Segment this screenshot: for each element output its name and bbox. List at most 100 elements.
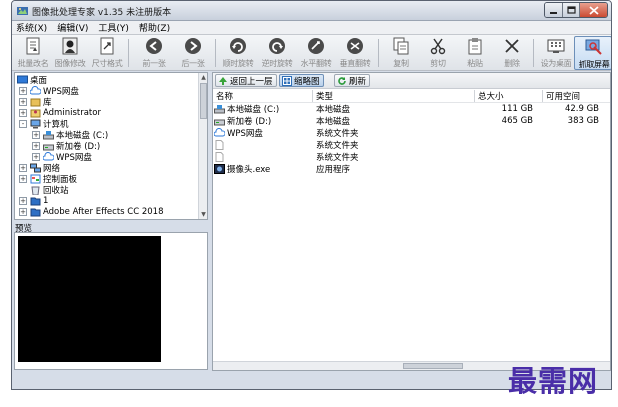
- tree-item-after-effects[interactable]: + Adobe After Effects CC 2018: [19, 206, 164, 217]
- folder-tree[interactable]: 桌面 + WPS网盘 + 库 + Administrator - 计算机 + 本…: [14, 72, 208, 220]
- set-wallpaper-button[interactable]: 设为桌面: [537, 36, 575, 70]
- copy-button[interactable]: 复制: [382, 36, 420, 70]
- rotate-ccw-button[interactable]: 逆时旋转: [258, 36, 296, 70]
- expand-icon[interactable]: +: [19, 174, 27, 183]
- flip-horizontal-button[interactable]: 水平翻转: [297, 36, 335, 70]
- tree-item-wps-cloud-2[interactable]: + WPS网盘: [32, 151, 92, 163]
- minimize-icon: [550, 12, 557, 14]
- capture-screen-button[interactable]: 抓取屏幕: [574, 36, 611, 70]
- flip-v-icon: [347, 38, 363, 54]
- tree-item-control-panel[interactable]: + 控制面板: [19, 173, 77, 185]
- column-header-name[interactable]: 名称: [213, 90, 313, 102]
- scissors-icon: [430, 38, 446, 55]
- file-row[interactable]: 本地磁盘 (C:) 本地磁盘 111 GB 42.9 GB: [213, 103, 611, 115]
- next-image-button[interactable]: 后一张: [174, 36, 212, 70]
- tree-item-network[interactable]: + 网络: [19, 162, 60, 174]
- expand-icon[interactable]: +: [19, 207, 27, 216]
- menu-edit[interactable]: 编辑(V): [57, 21, 88, 34]
- scroll-thumb[interactable]: [200, 83, 207, 119]
- tree-item-recycle-bin[interactable]: 回收站: [30, 184, 69, 196]
- control-panel-icon: [30, 174, 41, 183]
- camera-app-icon: [214, 164, 225, 174]
- watermark: 最需网: [508, 364, 599, 398]
- file-free-space: 383 GB: [567, 116, 599, 126]
- minimize-button[interactable]: [545, 3, 562, 17]
- file-free-space: 42.9 GB: [564, 104, 599, 114]
- tree-item-wps-cloud[interactable]: + WPS网盘: [19, 85, 79, 97]
- expand-icon[interactable]: +: [32, 152, 40, 161]
- copy-icon: [393, 37, 409, 55]
- scroll-up-icon[interactable]: ▲: [200, 74, 207, 81]
- cut-button[interactable]: 剪切: [419, 36, 457, 70]
- refresh-button[interactable]: 刷新: [334, 74, 371, 87]
- column-header-free-space[interactable]: 可用空间: [543, 90, 611, 102]
- expand-icon[interactable]: +: [19, 196, 27, 205]
- file-row[interactable]: 新加卷 (D:) 本地磁盘 465 GB 383 GB: [213, 115, 611, 127]
- file-list-toolbar: 返回上一层 缩略图 刷新: [213, 73, 610, 89]
- drive-c-icon: [43, 130, 54, 139]
- file-type: 系统文件夹: [316, 141, 359, 151]
- tree-item-drive-c[interactable]: + 本地磁盘 (C:): [32, 129, 108, 141]
- file-row[interactable]: 系统文件夹: [213, 151, 611, 163]
- thumbnail-icon: [282, 75, 292, 86]
- cloud-icon: [214, 128, 225, 137]
- tree-item-folder-1[interactable]: + 1: [19, 195, 48, 206]
- file-total-size: 465 GB: [501, 116, 533, 126]
- expand-icon[interactable]: +: [19, 97, 27, 106]
- column-header-type[interactable]: 类型: [313, 90, 475, 102]
- maximize-button[interactable]: [562, 3, 579, 17]
- file-type: 系统文件夹: [316, 153, 359, 163]
- tree-item-library[interactable]: + 库: [19, 96, 52, 108]
- prev-icon: [146, 38, 162, 54]
- flip-vertical-button[interactable]: 垂直翻转: [336, 36, 374, 70]
- menu-help[interactable]: 帮助(Z): [139, 21, 170, 34]
- tree-item-administrator[interactable]: + Administrator: [19, 107, 101, 118]
- batch-rename-button[interactable]: 批量改名: [14, 36, 52, 70]
- wallpaper-icon: [547, 39, 565, 53]
- menu-tools[interactable]: 工具(Y): [98, 21, 129, 34]
- go-up-button[interactable]: 返回上一层: [215, 74, 277, 87]
- blank-file-icon: [215, 140, 224, 150]
- menu-system[interactable]: 系统(X): [16, 21, 47, 34]
- scroll-thumb[interactable]: [403, 363, 463, 369]
- tree-item-desktop[interactable]: 桌面: [17, 74, 47, 86]
- cloud-icon: [30, 85, 41, 94]
- rotate-ccw-icon: [269, 38, 285, 54]
- main-window: 图像批处理专家 v1.35 未注册版本 系统(X) 编辑(V) 工具(Y) 帮助…: [11, 0, 612, 390]
- file-type: 本地磁盘: [316, 105, 351, 115]
- portrait-icon: [62, 37, 78, 55]
- folder-icon: [30, 208, 41, 216]
- file-row[interactable]: 摄像头.exe 应用程序: [213, 163, 611, 175]
- app-logo-icon: [17, 7, 28, 15]
- column-header-total-size[interactable]: 总大小: [475, 90, 543, 102]
- expand-icon[interactable]: +: [19, 86, 27, 95]
- close-icon: [589, 6, 599, 15]
- scroll-down-icon[interactable]: ▼: [200, 211, 207, 218]
- expand-icon[interactable]: +: [19, 163, 27, 172]
- expand-icon[interactable]: +: [19, 108, 27, 117]
- file-type: 应用程序: [316, 165, 351, 175]
- window-controls: [544, 2, 608, 18]
- paste-button[interactable]: 粘贴: [456, 36, 494, 70]
- image-edit-button[interactable]: 图像修改: [51, 36, 89, 70]
- expand-icon[interactable]: +: [32, 130, 40, 139]
- cloud-icon: [43, 151, 54, 160]
- file-name: 摄像头.exe: [227, 165, 271, 175]
- file-type: 系统文件夹: [316, 129, 359, 139]
- delete-button[interactable]: 删除: [493, 36, 531, 70]
- network-icon: [30, 163, 41, 172]
- library-icon: [30, 98, 41, 106]
- blank-file-icon: [215, 152, 224, 162]
- close-button[interactable]: [579, 3, 607, 17]
- file-row[interactable]: WPS网盘 系统文件夹: [213, 127, 611, 139]
- expand-icon[interactable]: +: [32, 141, 40, 150]
- tree-item-computer[interactable]: - 计算机: [19, 118, 69, 130]
- size-format-button[interactable]: 尺寸格式: [88, 36, 126, 70]
- rotate-cw-button[interactable]: 顺时旋转: [219, 36, 257, 70]
- thumbnail-view-button[interactable]: 缩略图: [279, 74, 324, 87]
- collapse-icon[interactable]: -: [19, 119, 27, 128]
- prev-image-button[interactable]: 前一张: [135, 36, 173, 70]
- tree-scrollbar[interactable]: ▲ ▼: [198, 73, 207, 219]
- file-row[interactable]: 系统文件夹: [213, 139, 611, 151]
- tree-item-drive-d[interactable]: + 新加卷 (D:): [32, 140, 100, 152]
